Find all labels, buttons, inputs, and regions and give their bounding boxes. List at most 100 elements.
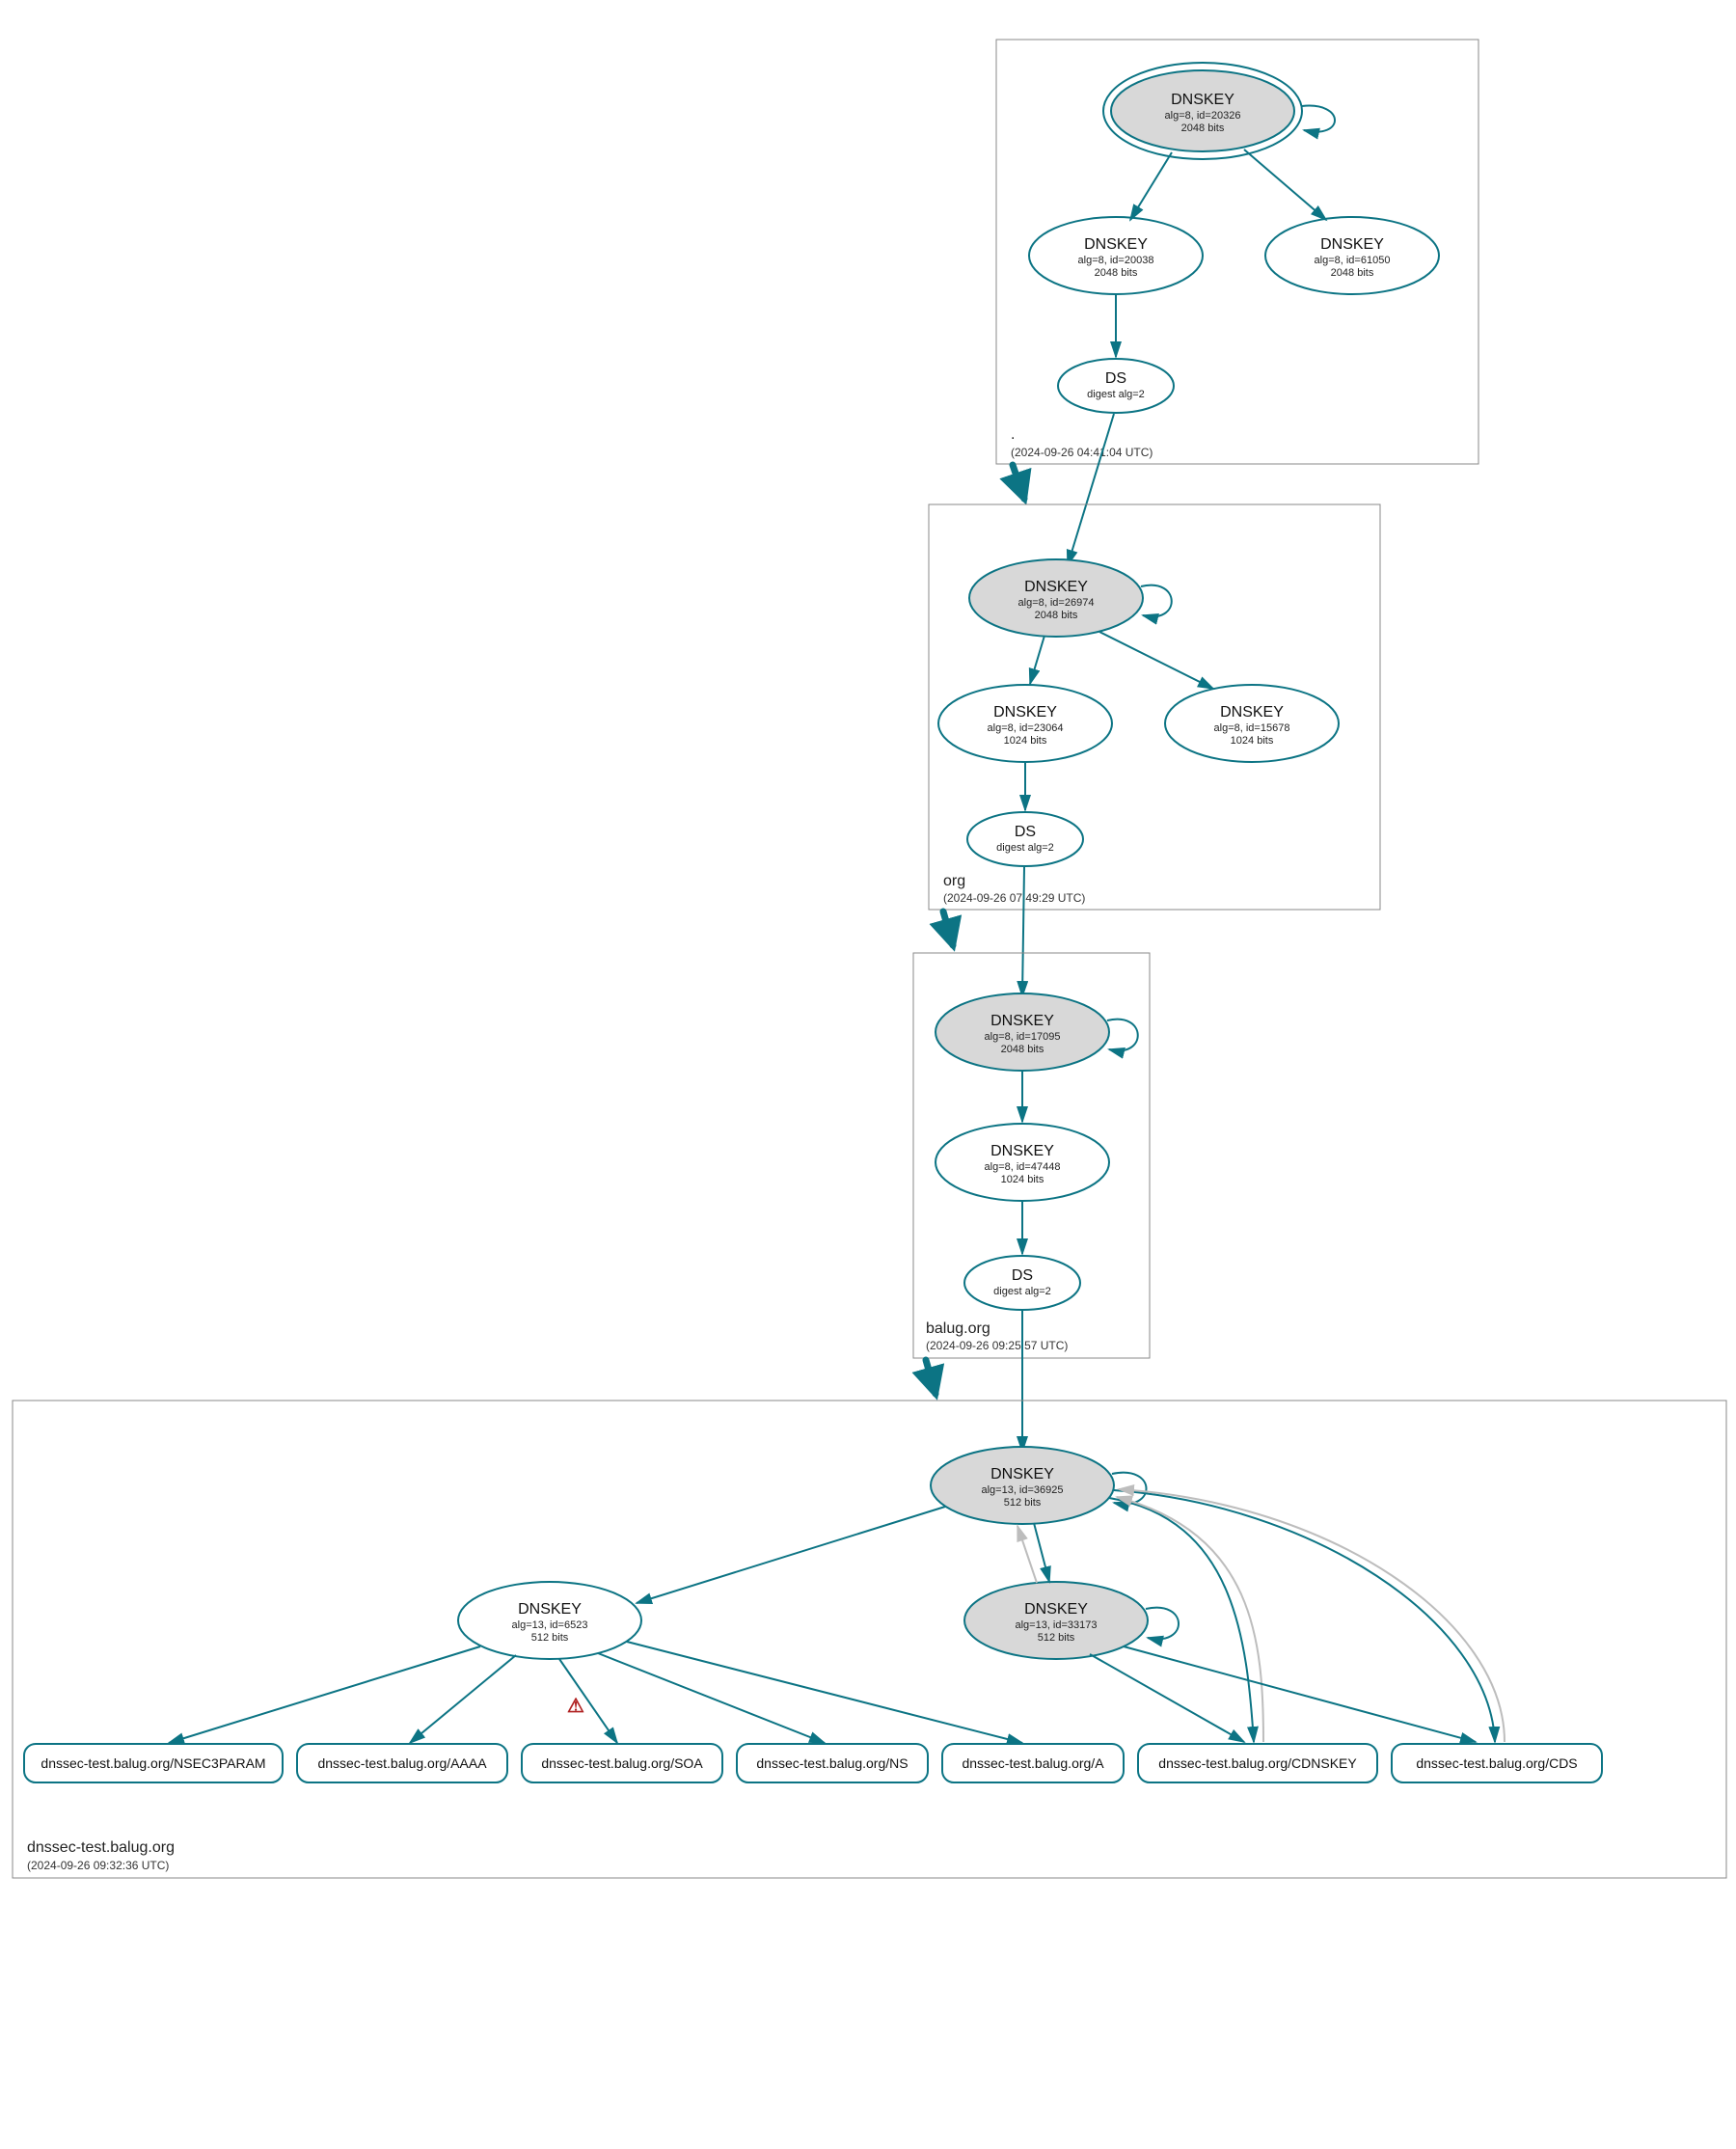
edge — [1034, 1523, 1049, 1582]
svg-text:1024 bits: 1024 bits — [1004, 735, 1047, 747]
svg-text:DNSKEY: DNSKEY — [1220, 704, 1284, 721]
svg-text:DNSKEY: DNSKEY — [990, 1143, 1054, 1159]
svg-text:alg=8, id=17095: alg=8, id=17095 — [985, 1031, 1061, 1043]
svg-text:dnssec-test.balug.org/NS: dnssec-test.balug.org/NS — [756, 1755, 908, 1771]
node-org-zsk2: DNSKEY alg=8, id=15678 1024 bits — [1165, 685, 1339, 762]
leaf-a: dnssec-test.balug.org/A — [942, 1744, 1124, 1782]
edge — [169, 1646, 480, 1743]
leaf-ns: dnssec-test.balug.org/NS — [737, 1744, 928, 1782]
svg-text:dnssec-test.balug.org/AAAA: dnssec-test.balug.org/AAAA — [317, 1755, 487, 1771]
zone-arrow-balug-dt — [926, 1360, 936, 1394]
edge — [1244, 150, 1326, 220]
node-balug-ds: DS digest alg=2 — [964, 1256, 1080, 1310]
node-dt-ksk: DNSKEY alg=13, id=36925 512 bits — [931, 1447, 1114, 1524]
svg-text:alg=8, id=20038: alg=8, id=20038 — [1078, 255, 1154, 266]
self-loop-dt-key3 — [1146, 1608, 1179, 1640]
svg-text:512 bits: 512 bits — [531, 1632, 569, 1644]
svg-text:dnssec-test.balug.org/SOA: dnssec-test.balug.org/SOA — [541, 1755, 703, 1771]
svg-text:dnssec-test.balug.org/A: dnssec-test.balug.org/A — [962, 1755, 1104, 1771]
svg-text:512 bits: 512 bits — [1004, 1497, 1042, 1509]
svg-text:alg=8, id=23064: alg=8, id=23064 — [988, 722, 1064, 734]
edge — [637, 1507, 945, 1603]
edge — [1099, 632, 1213, 689]
edge-ds-balug — [1022, 867, 1024, 996]
zone-balug: balug.org (2024-09-26 09:25:57 UTC) DNSK… — [913, 953, 1150, 1358]
zone-dnssec-test: dnssec-test.balug.org (2024-09-26 09:32:… — [13, 1401, 1726, 1878]
svg-text:alg=13, id=6523: alg=13, id=6523 — [512, 1619, 588, 1631]
svg-text:512 bits: 512 bits — [1038, 1632, 1075, 1644]
edge — [1090, 1654, 1244, 1742]
svg-text:digest alg=2: digest alg=2 — [1087, 389, 1145, 400]
zone-org-label: org — [943, 873, 965, 889]
zone-balug-timestamp: (2024-09-26 09:25:57 UTC) — [926, 1339, 1068, 1352]
leaf-cds: dnssec-test.balug.org/CDS — [1392, 1744, 1602, 1782]
svg-text:2048 bits: 2048 bits — [1331, 267, 1374, 279]
svg-text:DS: DS — [1012, 1267, 1033, 1284]
svg-text:digest alg=2: digest alg=2 — [996, 842, 1054, 854]
zone-arrow-org-balug — [943, 911, 953, 945]
zone-dnssec-timestamp: (2024-09-26 09:32:36 UTC) — [27, 1859, 169, 1872]
edge — [1124, 1646, 1476, 1742]
zone-root: . (2024-09-26 04:41:04 UTC) DNSKEY alg=8… — [996, 40, 1478, 464]
edge — [598, 1653, 825, 1743]
self-loop-root-ksk — [1302, 106, 1335, 132]
node-org-ds: DS digest alg=2 — [967, 812, 1083, 866]
svg-text:DNSKEY: DNSKEY — [1024, 1601, 1088, 1618]
self-loop-balug-ksk — [1107, 1020, 1138, 1051]
svg-text:2048 bits: 2048 bits — [1181, 122, 1225, 134]
node-dt-zsk: DNSKEY alg=13, id=6523 512 bits — [458, 1582, 641, 1659]
node-root-ksk: DNSKEY alg=8, id=20326 2048 bits — [1103, 63, 1302, 159]
svg-text:DS: DS — [1105, 370, 1126, 387]
leaf-aaaa: dnssec-test.balug.org/AAAA — [297, 1744, 507, 1782]
svg-text:DNSKEY: DNSKEY — [1320, 236, 1384, 253]
leaf-cdnskey: dnssec-test.balug.org/CDNSKEY — [1138, 1744, 1377, 1782]
svg-text:alg=8, id=61050: alg=8, id=61050 — [1315, 255, 1391, 266]
svg-text:2048 bits: 2048 bits — [1001, 1044, 1044, 1055]
self-loop-org-ksk — [1141, 585, 1172, 617]
edge — [1114, 1490, 1495, 1742]
svg-text:alg=8, id=47448: alg=8, id=47448 — [985, 1161, 1061, 1173]
node-root-zsk2: DNSKEY alg=8, id=61050 2048 bits — [1265, 217, 1439, 294]
svg-text:1024 bits: 1024 bits — [1001, 1174, 1044, 1185]
dnssec-graph: . (2024-09-26 04:41:04 UTC) DNSKEY alg=8… — [0, 0, 1736, 2149]
svg-text:alg=8, id=26974: alg=8, id=26974 — [1018, 597, 1095, 609]
node-dt-key3: DNSKEY alg=13, id=33173 512 bits — [964, 1582, 1148, 1659]
svg-text:DS: DS — [1015, 824, 1036, 840]
svg-text:dnssec-test.balug.org/NSEC3PAR: dnssec-test.balug.org/NSEC3PARAM — [41, 1755, 265, 1771]
zone-dnssec-label: dnssec-test.balug.org — [27, 1839, 175, 1856]
node-balug-ksk: DNSKEY alg=8, id=17095 2048 bits — [936, 993, 1109, 1071]
node-balug-zsk: DNSKEY alg=8, id=47448 1024 bits — [936, 1124, 1109, 1201]
svg-text:alg=13, id=36925: alg=13, id=36925 — [981, 1484, 1063, 1496]
zone-root-timestamp: (2024-09-26 04:41:04 UTC) — [1011, 446, 1153, 459]
edge — [410, 1655, 516, 1743]
edge — [1130, 152, 1172, 220]
svg-text:digest alg=2: digest alg=2 — [993, 1286, 1051, 1297]
zone-root-label: . — [1011, 426, 1015, 443]
svg-text:alg=8, id=15678: alg=8, id=15678 — [1214, 722, 1290, 734]
edge — [627, 1642, 1022, 1743]
edge — [1030, 636, 1044, 684]
edge-ds-org — [1068, 414, 1114, 565]
svg-text:dnssec-test.balug.org/CDNSKEY: dnssec-test.balug.org/CDNSKEY — [1158, 1755, 1357, 1771]
svg-text:DNSKEY: DNSKEY — [518, 1601, 582, 1618]
warning-icon: ⚠ — [567, 1696, 584, 1717]
svg-text:DNSKEY: DNSKEY — [1171, 92, 1234, 108]
svg-text:DNSKEY: DNSKEY — [993, 704, 1057, 721]
leaf-soa: dnssec-test.balug.org/SOA — [522, 1744, 722, 1782]
svg-text:DNSKEY: DNSKEY — [1024, 579, 1088, 595]
svg-text:2048 bits: 2048 bits — [1035, 610, 1078, 621]
svg-text:dnssec-test.balug.org/CDS: dnssec-test.balug.org/CDS — [1416, 1755, 1577, 1771]
zone-balug-label: balug.org — [926, 1320, 990, 1337]
svg-text:alg=8, id=20326: alg=8, id=20326 — [1165, 110, 1241, 122]
svg-text:alg=13, id=33173: alg=13, id=33173 — [1015, 1619, 1097, 1631]
svg-text:DNSKEY: DNSKEY — [990, 1466, 1054, 1483]
svg-text:DNSKEY: DNSKEY — [990, 1013, 1054, 1029]
svg-text:2048 bits: 2048 bits — [1095, 267, 1138, 279]
zone-org: org (2024-09-26 07:49:29 UTC) DNSKEY alg… — [929, 504, 1380, 910]
edge-grey — [1017, 1526, 1037, 1583]
zone-arrow-root-org — [1013, 465, 1024, 499]
node-root-ds: DS digest alg=2 — [1058, 359, 1174, 413]
svg-text:1024 bits: 1024 bits — [1231, 735, 1274, 747]
node-root-zsk1: DNSKEY alg=8, id=20038 2048 bits — [1029, 217, 1203, 294]
node-org-zsk1: DNSKEY alg=8, id=23064 1024 bits — [938, 685, 1112, 762]
